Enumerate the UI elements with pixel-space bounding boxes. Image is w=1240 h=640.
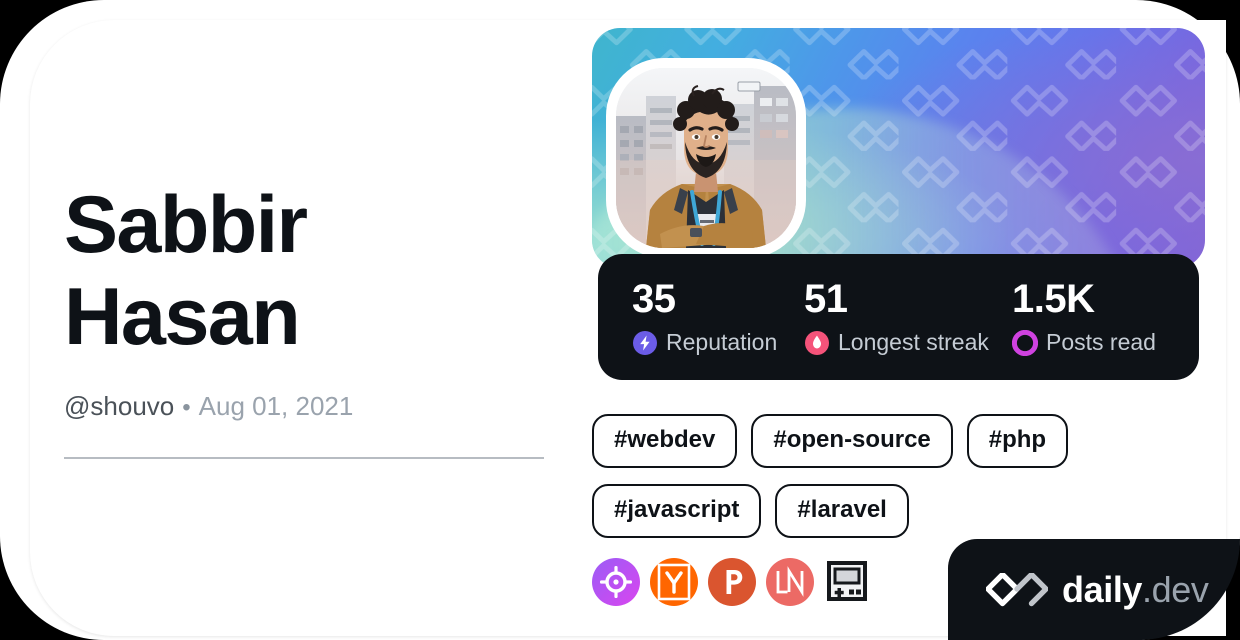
meta-separator-dot: •	[182, 394, 191, 422]
stat-value: 51	[804, 277, 848, 321]
product-hunt-p-badge-icon[interactable]	[708, 558, 756, 606]
stat-posts-read: 1.5K Posts read	[1011, 277, 1156, 356]
profile-joined-date: Aug 01, 2021	[198, 391, 354, 422]
avatar[interactable]	[606, 58, 806, 258]
avatar-image	[616, 68, 796, 248]
section-divider	[64, 456, 544, 459]
page-title: Sabbir Hasan	[64, 180, 308, 362]
source-badge-list	[592, 558, 872, 606]
stat-label-row: Reputation	[632, 329, 804, 356]
stat-longest-streak: 51 Longest streak	[804, 278, 1012, 356]
posts-read-ring-icon	[1011, 329, 1039, 356]
retro-handheld-console-badge-icon[interactable]	[824, 558, 872, 606]
profile-handle: @shouvo	[64, 391, 175, 422]
stat-label: Longest streak	[838, 329, 989, 355]
streak-flame-icon	[804, 330, 830, 356]
tag-item[interactable]: #open-source	[751, 414, 953, 468]
profile-details-column: 35 Reputation 51 Longest streak 1.5K Pos…	[592, 28, 1205, 606]
ln-badge-icon[interactable]	[766, 558, 814, 606]
profile-card-root: Sabbir Hasan @shouvo • Aug 01, 2021 35 R…	[0, 0, 1240, 640]
brand-name: daily.dev	[1062, 568, 1209, 610]
brand-name-primary: daily	[1062, 568, 1143, 610]
stat-label-row: Posts read	[1011, 329, 1156, 356]
tag-list: #webdev #open-source #php #javascript #l…	[592, 414, 1205, 538]
stat-value: 1.5K	[1012, 277, 1095, 321]
daily-dev-chevron-logo-icon	[986, 572, 1048, 607]
stat-label: Posts read	[1046, 329, 1156, 355]
stat-reputation: 35 Reputation	[632, 278, 804, 356]
profile-identity-column: Sabbir Hasan @shouvo • Aug 01, 2021	[64, 180, 544, 459]
cover-image	[592, 28, 1205, 268]
tag-item[interactable]: #laravel	[775, 484, 909, 538]
stats-bar: 35 Reputation 51 Longest streak 1.5K Pos…	[598, 254, 1199, 380]
stat-value: 35	[632, 277, 676, 321]
brand-name-tld: .dev	[1142, 568, 1209, 610]
tag-item[interactable]: #javascript	[592, 484, 762, 538]
target-crosshair-badge-icon[interactable]	[592, 558, 640, 606]
profile-meta: @shouvo • Aug 01, 2021	[64, 391, 544, 423]
hacker-news-y-badge-icon[interactable]	[650, 558, 698, 606]
stat-label-row: Longest streak	[804, 329, 1012, 356]
tag-item[interactable]: #webdev	[592, 414, 738, 468]
tag-item[interactable]: #php	[966, 414, 1069, 468]
stat-label: Reputation	[666, 329, 778, 355]
profile-card: Sabbir Hasan @shouvo • Aug 01, 2021 35 R…	[0, 0, 1240, 640]
reputation-bolt-icon	[632, 330, 658, 356]
